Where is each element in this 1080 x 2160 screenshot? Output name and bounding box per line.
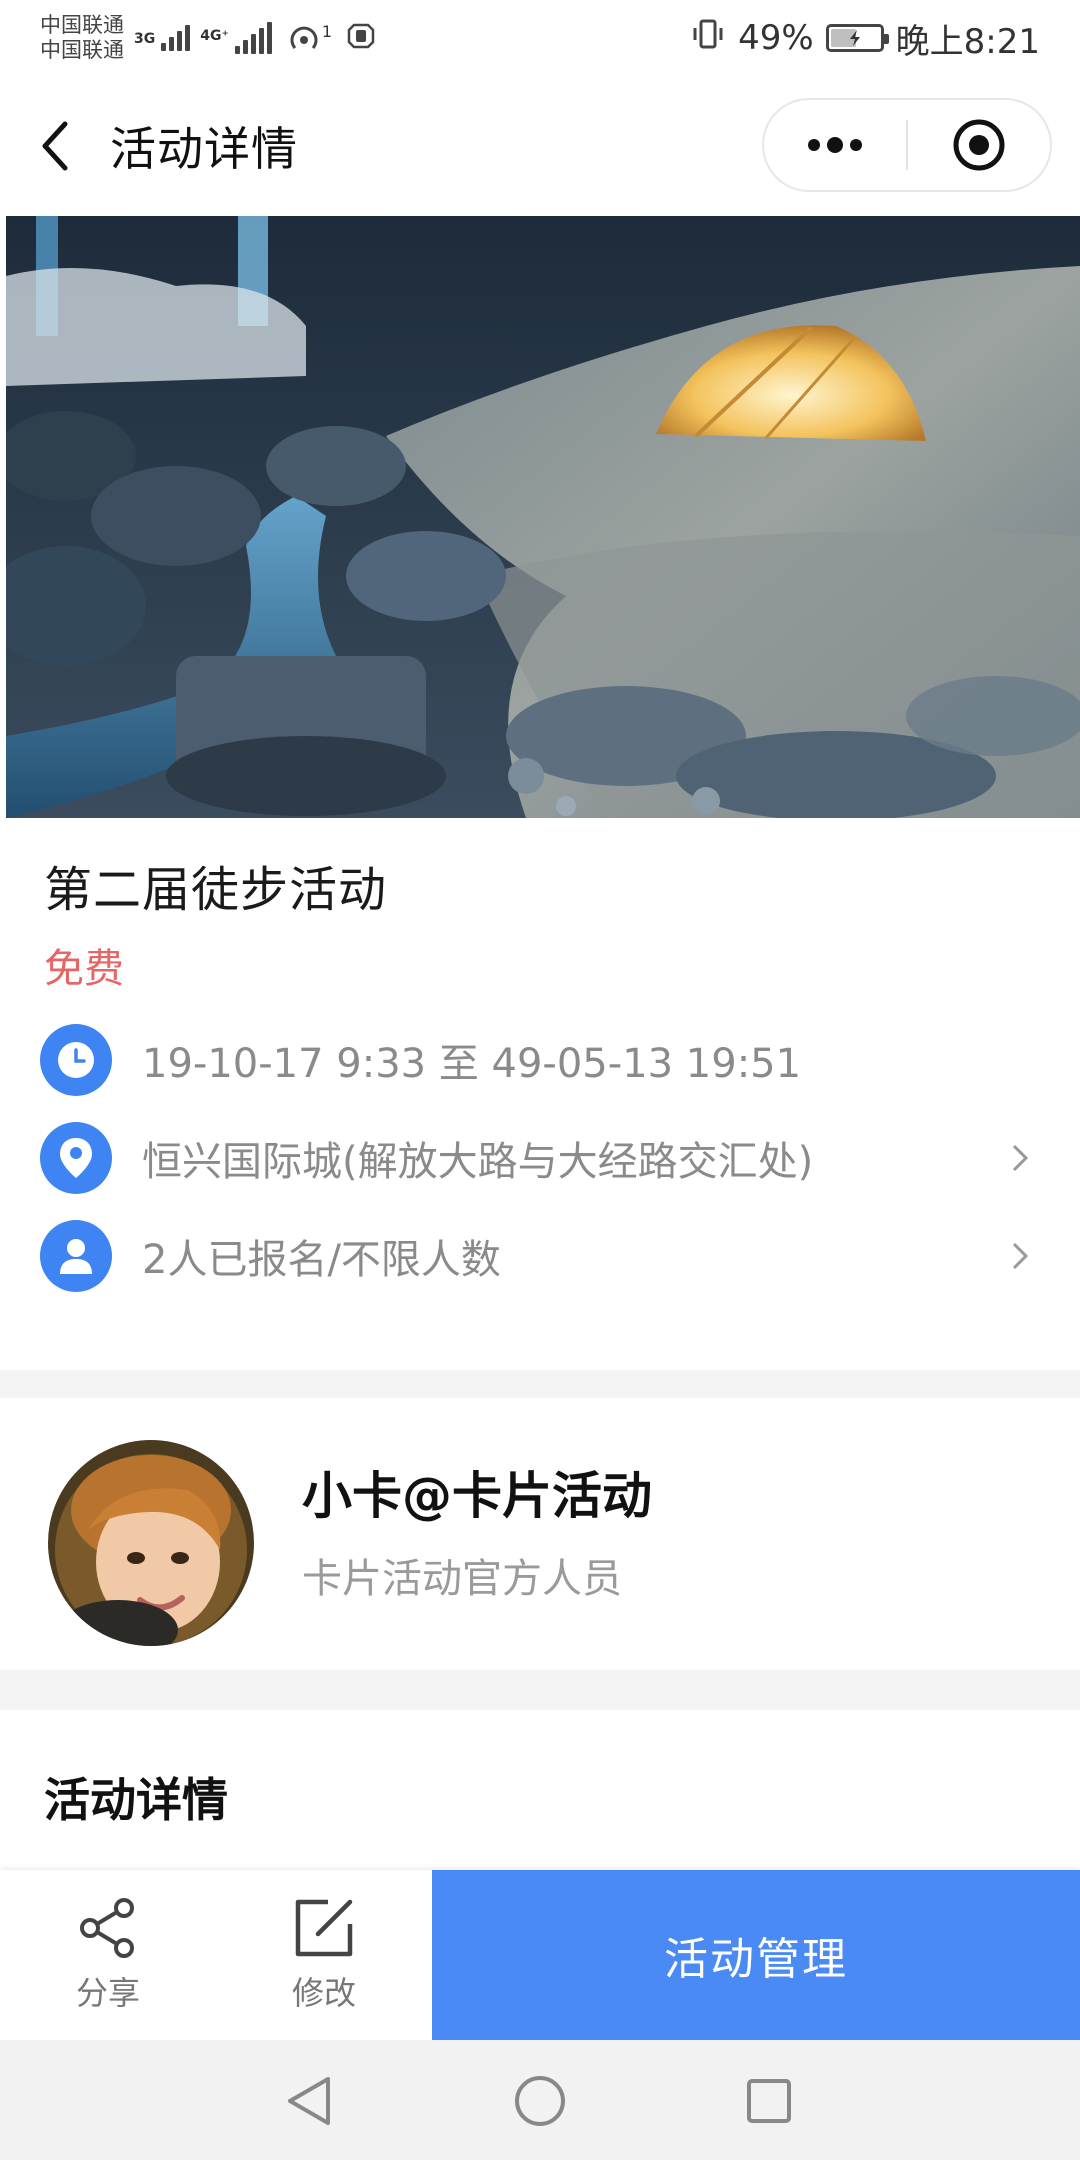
carrier-1: 中国联通	[40, 13, 124, 37]
activity-manage-label: 活动管理	[664, 1934, 848, 1985]
vibrate-icon	[690, 16, 726, 61]
mini-program-capsule	[762, 98, 1052, 192]
more-dots-icon	[808, 137, 862, 153]
carrier-2: 中国联通	[40, 38, 124, 62]
activity-info-card: 第二届徒步活动 免费 19-10-17 9:33 至 49-05-13 19:5…	[0, 818, 1080, 1370]
share-button[interactable]: 分享	[8, 1870, 208, 2040]
edit-button[interactable]: 修改	[224, 1870, 424, 2040]
time-range: 19-10-17 9:33 至 49-05-13 19:51	[142, 1041, 802, 1087]
page-title: 活动详情	[110, 122, 298, 176]
organizer-role: 卡片活动官方人员	[302, 1556, 622, 1602]
system-recents-button[interactable]	[724, 2056, 814, 2146]
chevron-right-icon	[1000, 1138, 1040, 1178]
close-mini-program-button[interactable]	[908, 100, 1050, 190]
network-type-2: 4G⁺	[200, 28, 229, 44]
edit-icon	[295, 1899, 353, 1957]
carrier-info: 中国联通 中国联通	[40, 13, 124, 63]
bottom-action-bar: 分享 修改 活动管理	[0, 1870, 1080, 2040]
network-type-1: 3G	[134, 31, 156, 47]
time-row: 19-10-17 9:33 至 49-05-13 19:51	[40, 1024, 1040, 1096]
back-arrow-icon	[42, 121, 68, 171]
chevron-right-icon	[1000, 1236, 1040, 1276]
triangle-back-icon	[288, 2077, 330, 2125]
details-title: 活动详情	[44, 1773, 228, 1827]
signal-icon-2: 4G⁺	[200, 22, 272, 54]
share-icon	[80, 1898, 134, 1958]
system-navigation-bar	[0, 2040, 1080, 2160]
banner-illustration	[6, 216, 1080, 818]
hotspot-count: 1	[321, 22, 333, 41]
activity-price: 免费	[44, 946, 124, 992]
location-text: 恒兴国际城(解放大路与大经路交汇处)	[142, 1139, 814, 1185]
share-label: 分享	[75, 1974, 140, 2012]
avatar	[48, 1440, 254, 1646]
person-icon	[40, 1220, 112, 1292]
organizer-name: 小卡@卡片活动	[302, 1467, 652, 1525]
battery-icon	[825, 24, 889, 52]
section-divider	[0, 1370, 1080, 1398]
system-home-button[interactable]	[495, 2056, 585, 2146]
status-right: 49% 晚上8:21	[690, 14, 1040, 63]
system-back-button[interactable]	[264, 2056, 354, 2146]
target-circle-icon	[953, 119, 1005, 171]
details-section: 活动详情	[0, 1710, 1080, 1870]
nav-bar: 活动详情	[0, 76, 1080, 216]
clock-time: 晚上8:21	[895, 21, 1040, 62]
activity-title: 第二届徒步活动	[44, 862, 388, 918]
section-divider	[0, 1670, 1080, 1710]
location-row[interactable]: 恒兴国际城(解放大路与大经路交汇处)	[40, 1122, 1040, 1194]
hand-stop-icon	[346, 21, 376, 55]
hotspot-icon: 1	[286, 22, 332, 54]
activity-manage-button[interactable]: 活动管理	[432, 1870, 1080, 2040]
square-recents-icon	[747, 2079, 791, 2123]
activity-banner-image	[6, 216, 1080, 818]
battery-percent: 49%	[738, 18, 814, 58]
signup-count: 2人已报名/不限人数	[142, 1237, 501, 1283]
organizer-card[interactable]: 小卡@卡片活动 卡片活动官方人员	[0, 1398, 1080, 1670]
location-pin-icon	[40, 1122, 112, 1194]
more-button[interactable]	[764, 100, 906, 190]
page: 中国联通 中国联通 3G 4G⁺ 1 49% 晚上8:21 活动详情 第二届徒步…	[0, 0, 1080, 2160]
status-bar: 中国联通 中国联通 3G 4G⁺ 1 49% 晚上8:21	[0, 0, 1080, 76]
signup-row[interactable]: 2人已报名/不限人数	[40, 1220, 1040, 1292]
edit-label: 修改	[291, 1974, 356, 2012]
circle-home-icon	[515, 2076, 565, 2126]
back-button[interactable]	[0, 76, 110, 216]
clock-icon	[40, 1024, 112, 1096]
signal-icon-1: 3G	[134, 25, 191, 51]
